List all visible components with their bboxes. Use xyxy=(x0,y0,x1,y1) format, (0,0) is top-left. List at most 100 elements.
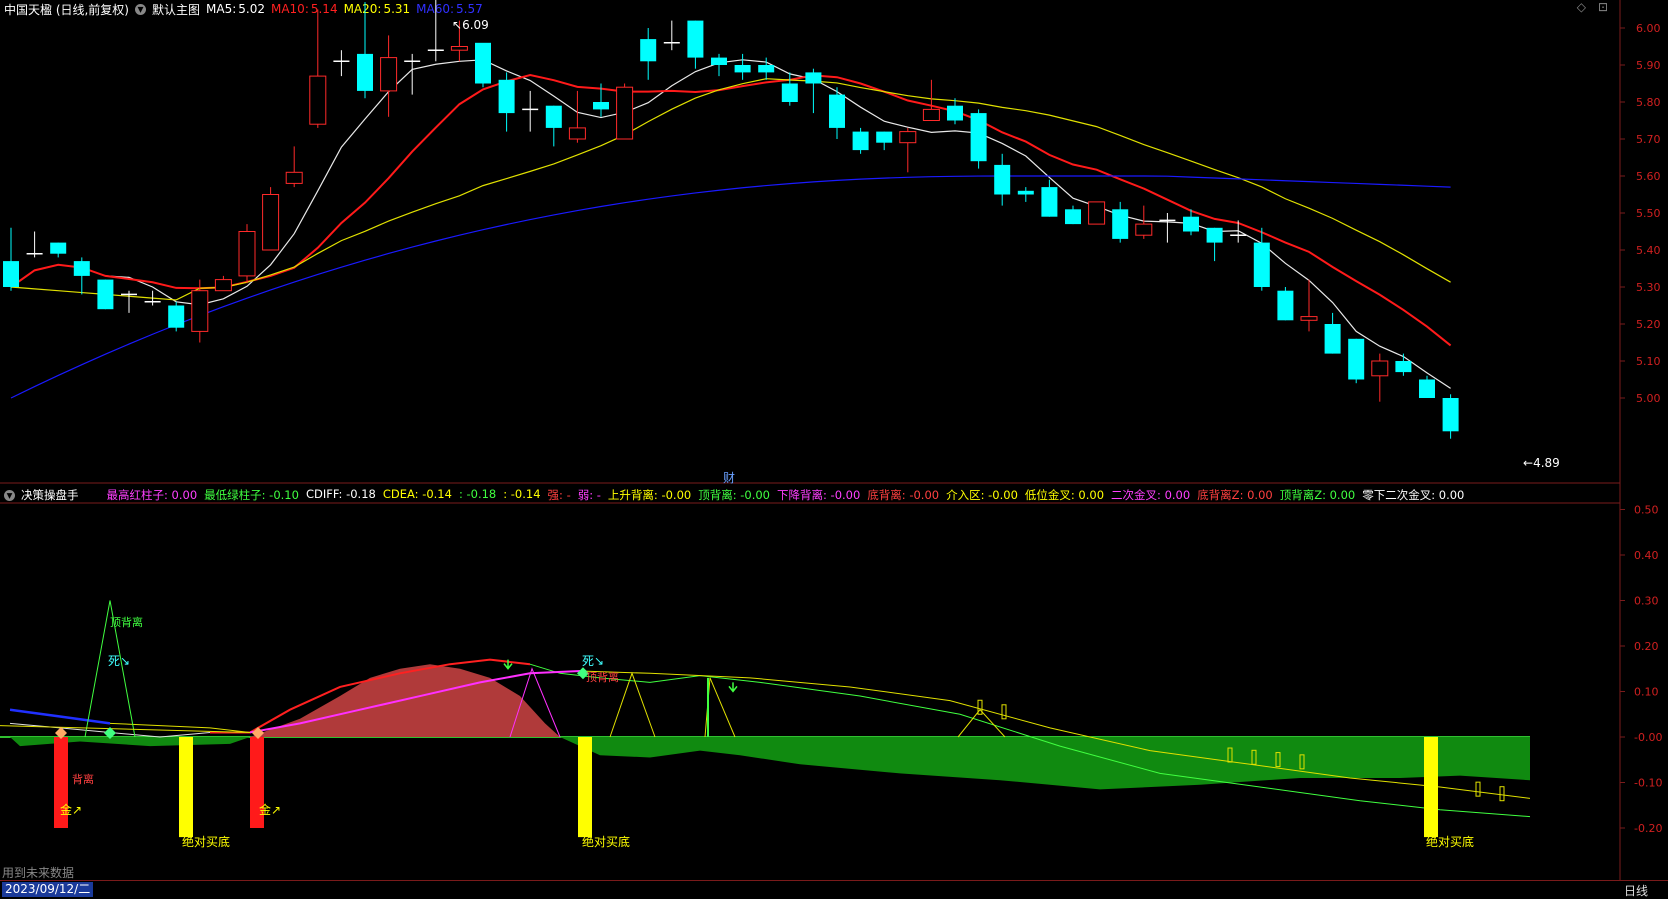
candle-body xyxy=(1206,227,1223,243)
candle-body xyxy=(214,279,232,292)
indicator-tick-label: 0.50 xyxy=(1634,504,1659,517)
candle-body xyxy=(994,164,1011,195)
indicator-field: 强: - xyxy=(547,488,571,502)
label-gold-cross-2: 金↗ xyxy=(259,803,282,817)
indicator-tick-label: -0.00 xyxy=(1634,731,1662,744)
candle-body xyxy=(168,305,185,328)
label-death-cross-2: 死↘ xyxy=(582,654,605,668)
chevron-down-icon[interactable]: ▾ xyxy=(4,489,15,501)
indicator-field: 顶背离: -0.00 xyxy=(698,488,771,502)
candle-body xyxy=(50,242,67,254)
indicator-field: 二次金叉: 0.00 xyxy=(1111,488,1191,502)
candle-body xyxy=(640,39,657,62)
candle-body xyxy=(1277,290,1294,321)
indicator-field: CDEA: -0.14 xyxy=(382,487,452,501)
flat-line xyxy=(0,725,251,733)
indicator-field: 介入区: -0.00 xyxy=(946,488,1018,502)
price-tick-label: 6.00 xyxy=(1636,22,1661,35)
candle-body xyxy=(498,79,515,114)
indicator-field: 低位金叉: 0.00 xyxy=(1024,488,1105,502)
label-top-divergence-2: 顶背离 xyxy=(586,671,619,684)
price-tick-label: 5.00 xyxy=(1636,392,1661,405)
indicator-field: CDIFF: -0.18 xyxy=(305,487,376,501)
step-box xyxy=(1499,786,1505,802)
candle-body xyxy=(758,65,775,73)
indicator-tick-label: 0.40 xyxy=(1634,549,1659,562)
candle-body xyxy=(781,83,798,102)
kline-chart[interactable]: 6.00 5.90 5.80 5.70 5.60 5.50 5.40 5.30 5.20 5.10… xyxy=(0,0,1668,897)
candle-body xyxy=(1088,201,1106,225)
candle-body xyxy=(852,131,869,151)
candle-body xyxy=(568,127,586,140)
candle-body xyxy=(450,46,468,51)
label-absolute-bottom-3: 绝对买底 xyxy=(1426,835,1475,849)
candle-body xyxy=(1065,209,1081,225)
indicator-tick-label: 0.30 xyxy=(1634,595,1659,608)
price-tick-label: 5.50 xyxy=(1636,207,1661,220)
label-bottom-divergence: 背离 xyxy=(72,773,94,786)
indicator-field: 底背离Z: 0.00 xyxy=(1197,488,1273,502)
period-label[interactable]: 日线 xyxy=(1624,882,1648,899)
price-tick-label: 5.20 xyxy=(1636,318,1661,331)
financial-report-marker[interactable]: 财 xyxy=(723,469,735,486)
candle-body xyxy=(1135,223,1153,236)
candle-body xyxy=(1041,187,1058,217)
price-tick-label: 5.30 xyxy=(1636,281,1661,294)
indicator-tick-label: -0.10 xyxy=(1634,777,1662,790)
label-top-divergence: 顶背离 xyxy=(110,616,143,629)
candle-body xyxy=(1324,324,1341,354)
step-box xyxy=(1001,704,1007,720)
yellow-signal-bar xyxy=(179,737,193,838)
candle-body xyxy=(829,94,845,128)
candle-body xyxy=(97,279,114,310)
green-histogram-early xyxy=(10,737,250,747)
indicator-field: 零下二次金叉: 0.00 xyxy=(1362,488,1465,502)
candle-body xyxy=(805,72,822,84)
price-tick-label: 5.90 xyxy=(1636,59,1661,72)
indicator-field: 最高红柱子: 0.00 xyxy=(106,488,198,502)
candle-body xyxy=(1112,209,1129,239)
candle-body xyxy=(876,131,893,143)
ma5-line xyxy=(10,59,1451,389)
price-tick-label: 5.40 xyxy=(1636,244,1661,257)
candle-body xyxy=(238,231,256,277)
indicator-header: ▾ 决策操盘手 最高红柱子: 0.00 最低绿柱子: -0.10 CDIFF: -0… xyxy=(0,487,1620,503)
candle-body xyxy=(687,20,704,58)
label-absolute-bottom-1: 绝对买底 xyxy=(182,835,231,849)
candle-body xyxy=(970,113,987,162)
candle-body xyxy=(380,57,398,92)
candle-body xyxy=(711,57,727,65)
candle-body xyxy=(191,290,209,332)
candle-body xyxy=(1419,379,1435,398)
low-price-label: ←4.89 xyxy=(1523,456,1560,470)
indicator-field: 顶背离Z: 0.00 xyxy=(1279,488,1356,502)
indicator-field: : -0.18 xyxy=(458,487,497,501)
price-tick-label: 5.10 xyxy=(1636,355,1661,368)
cdea-line-blue xyxy=(9,708,111,725)
indicator-name[interactable]: 决策操盘手 xyxy=(21,487,79,503)
candle-body xyxy=(1017,190,1034,195)
candle-body xyxy=(1442,398,1459,432)
indicator-field: 上升背离: -0.00 xyxy=(607,488,692,502)
step-box xyxy=(1475,781,1481,797)
candle-body xyxy=(734,65,751,73)
future-data-note: 用到未来数据 xyxy=(2,866,75,880)
candle-body xyxy=(1371,360,1389,377)
candle-body xyxy=(922,108,940,122)
cursor-date: 2023/09/12/二 xyxy=(2,882,94,897)
candle-body xyxy=(593,102,609,110)
candle-body xyxy=(262,194,280,251)
candle-body xyxy=(899,131,917,144)
candle-body xyxy=(1395,361,1412,373)
candle-body xyxy=(285,171,303,184)
candle-body xyxy=(73,261,90,276)
yellow-signal-bar-3 xyxy=(1424,737,1438,838)
label-absolute-bottom-2: 绝对买底 xyxy=(582,835,631,849)
indicator-tick-label: 0.10 xyxy=(1634,686,1659,699)
price-tick-label: 5.80 xyxy=(1636,96,1661,109)
candle-body xyxy=(475,42,491,84)
yellow-signal-bar-2 xyxy=(578,737,592,838)
indicator-field: : -0.14 xyxy=(503,487,541,501)
price-tick-label: 5.70 xyxy=(1636,133,1661,146)
candle-body xyxy=(1300,316,1318,321)
